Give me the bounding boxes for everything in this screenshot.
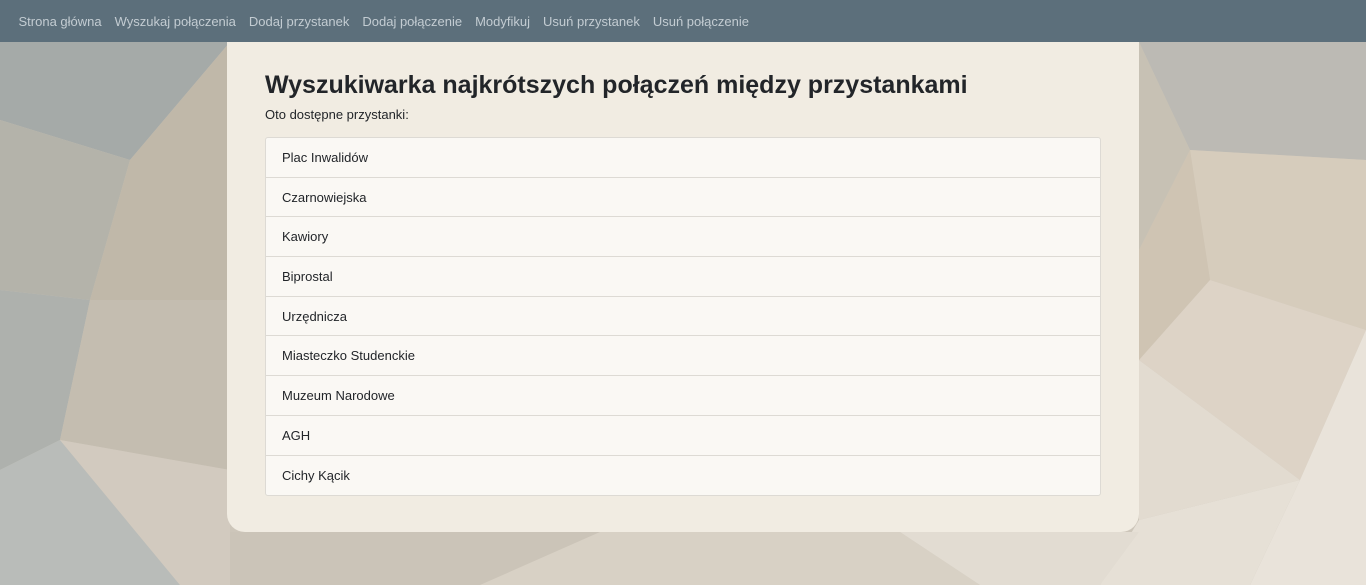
stop-list-item: Miasteczko Studenckie xyxy=(266,336,1100,377)
stop-list-item: AGH xyxy=(266,416,1100,456)
nav-delete-stop[interactable]: Usuń przystanek xyxy=(537,14,647,29)
stop-list-item: Biprostal xyxy=(266,257,1100,297)
nav-delete-connection[interactable]: Usuń połączenie xyxy=(646,14,755,29)
nav-home[interactable]: Strona główna xyxy=(12,14,108,29)
main-card: Wyszukiwarka najkrótszych połączeń międz… xyxy=(227,42,1139,532)
page-title: Wyszukiwarka najkrótszych połączeń międz… xyxy=(265,71,968,99)
stop-list-item: Czarnowiejska xyxy=(266,178,1100,218)
nav-modify[interactable]: Modyfikuj xyxy=(469,14,537,29)
stop-list-item: Cichy Kącik xyxy=(282,467,350,483)
stops-subtitle: Oto dostępne przystanki: xyxy=(265,107,409,122)
nav-search-connections[interactable]: Wyszukaj połączenia xyxy=(108,14,242,29)
stop-list-item: Plac Inwalidów xyxy=(266,138,1100,178)
stop-list: Plac Inwalidów Czarnowiejska Kawiory Bip… xyxy=(265,137,1101,497)
stop-list-item: Kawiory xyxy=(266,217,1100,258)
nav-add-connection[interactable]: Dodaj połączenie xyxy=(356,14,469,29)
nav-add-stop[interactable]: Dodaj przystanek xyxy=(242,14,355,29)
stop-list-item: Muzeum Narodowe xyxy=(266,376,1100,416)
stop-list-item: Urzędnicza xyxy=(266,297,1100,337)
top-navbar: Strona główna Wyszukaj połączenia Dodaj … xyxy=(0,0,1366,42)
